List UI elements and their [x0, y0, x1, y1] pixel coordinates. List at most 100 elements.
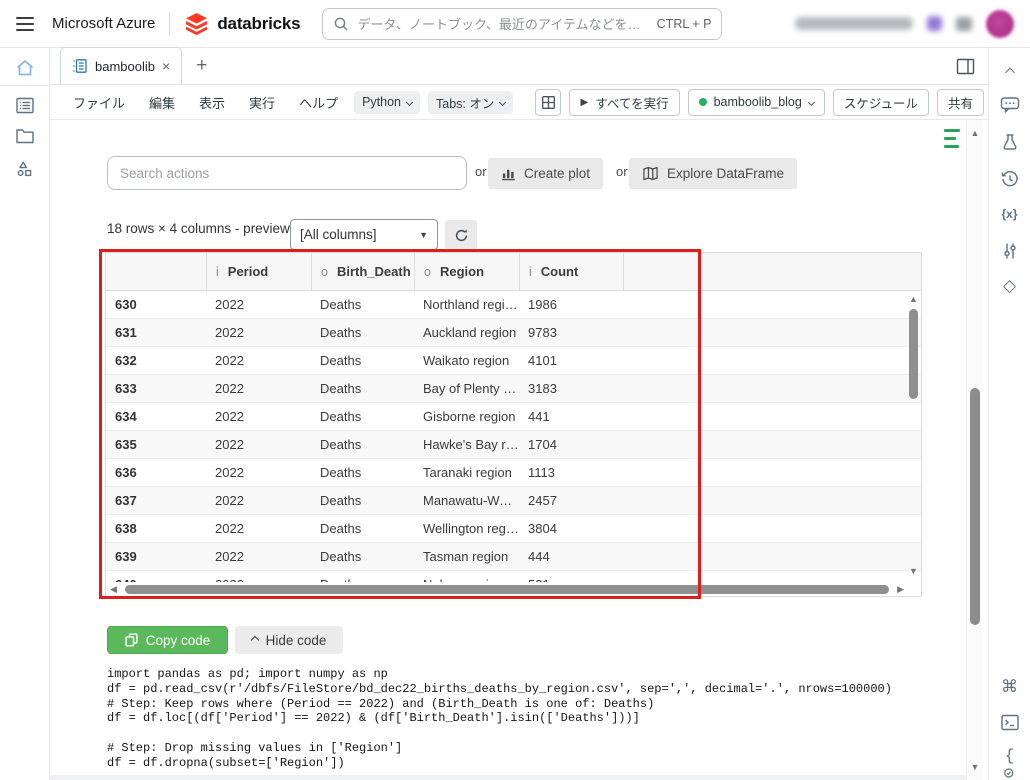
menu-view[interactable]: 表示	[191, 93, 233, 112]
assistant-sparkle-icon[interactable]: ◇	[1003, 277, 1016, 294]
page-scroll-thumb[interactable]	[970, 388, 980, 625]
column-filter-select[interactable]: [All columns] ▼	[290, 219, 438, 250]
widget-menu-icon[interactable]	[944, 129, 962, 153]
experiments-flask-icon[interactable]	[1001, 133, 1019, 151]
cell-period: 2022	[206, 381, 311, 396]
top-bar: Microsoft Azure databricks データ、ノートブック、最近…	[0, 0, 1030, 48]
chevron-down-icon	[808, 98, 815, 105]
menu-file[interactable]: ファイル	[65, 93, 133, 112]
table-row: 630 2022 Deaths Northland region 1986	[106, 291, 921, 319]
cell-count: 1113	[519, 465, 623, 480]
run-all-button[interactable]: ▶ すべてを実行	[569, 89, 679, 116]
hide-code-button[interactable]: Hide code	[235, 626, 343, 654]
cluster-selector[interactable]: bamboolib_blog	[688, 89, 825, 116]
tab-close-icon[interactable]: ×	[162, 58, 170, 74]
language-label: Python	[362, 95, 401, 109]
code-line: df = df.dropna(subset=['Region'])	[107, 756, 959, 771]
workspace-list-icon[interactable]	[15, 97, 34, 114]
table-body: 630 2022 Deaths Northland region 1986 63…	[106, 291, 921, 582]
cell-region: Taranaki region	[414, 465, 519, 480]
cell-region: Waikato region	[414, 353, 519, 368]
format-code-check-icon[interactable]: {	[999, 748, 1020, 780]
cell-birth-death: Deaths	[311, 409, 414, 424]
cell-region: Auckland region	[414, 325, 519, 340]
column-filter-value: [All columns]	[300, 227, 377, 242]
scroll-up-icon[interactable]: ▲	[906, 294, 921, 304]
row-index: 632	[106, 353, 206, 368]
cell-count: 4101	[519, 353, 623, 368]
tab-bar: bamboolib × +	[50, 48, 988, 85]
table-horizontal-scrollbar[interactable]: ◀ ▶	[106, 582, 908, 597]
hide-code-label: Hide code	[266, 633, 327, 648]
copy-code-button[interactable]: Copy code	[107, 626, 228, 654]
cell-birth-death: Deaths	[311, 465, 414, 480]
table-row: 632 2022 Deaths Waikato region 4101	[106, 347, 921, 375]
share-label: 共有	[948, 93, 973, 112]
keyboard-shortcuts-icon[interactable]: ⌘	[1001, 678, 1018, 695]
cell-birth-death: Deaths	[311, 437, 414, 452]
scroll-right-icon[interactable]: ▶	[897, 584, 904, 595]
comments-icon[interactable]	[1000, 96, 1020, 114]
table-vertical-scrollbar[interactable]: ▲ ▼	[906, 291, 921, 582]
share-button[interactable]: 共有	[937, 89, 984, 116]
cell-count: 1986	[519, 297, 623, 312]
menu-edit[interactable]: 編集	[141, 93, 183, 112]
cell-region: Tasman region	[414, 549, 519, 564]
terminal-icon[interactable]	[1000, 714, 1019, 731]
tab-bamboolib[interactable]: bamboolib ×	[60, 47, 182, 84]
cell-period: 2022	[206, 437, 311, 452]
dashboard-grid-button[interactable]	[535, 89, 561, 116]
header-count: i Count	[519, 253, 623, 290]
menu-run[interactable]: 実行	[241, 93, 283, 112]
search-actions-input[interactable]	[107, 156, 467, 190]
tabs-toggle[interactable]: Tabs: オン	[428, 91, 513, 114]
code-line: import pandas as pd; import numpy as np	[107, 667, 959, 682]
folder-icon[interactable]	[15, 128, 34, 144]
notebook-toolbar: ファイル 編集 表示 実行 ヘルプ Python Tabs: オン ▶ すべてを…	[50, 85, 988, 120]
schedule-button[interactable]: スケジュール	[833, 89, 929, 116]
scroll-down-icon[interactable]: ▼	[967, 762, 983, 772]
collapse-panel-icon[interactable]	[1006, 64, 1013, 80]
shapes-icon[interactable]	[16, 160, 34, 178]
refresh-button[interactable]	[445, 220, 477, 250]
scroll-up-icon[interactable]: ▲	[967, 128, 983, 138]
notification-icon-redacted[interactable]	[927, 16, 942, 31]
horizontal-scroll-thumb[interactable]	[125, 585, 889, 594]
notebook-scrollbar[interactable]: ▲ ▼	[966, 120, 982, 780]
search-placeholder: データ、ノートブック、最近のアイテムなどを検...	[357, 14, 648, 33]
code-line: # Step: Keep rows where (Period == 2022)…	[107, 697, 959, 712]
dataframe-preview-table: i Period o Birth_Death o Region i Count	[105, 252, 922, 597]
search-icon	[333, 16, 349, 32]
new-tab-button[interactable]: +	[196, 55, 207, 77]
settings-sliders-icon[interactable]	[1002, 242, 1018, 260]
user-avatar[interactable]	[986, 10, 1014, 38]
settings-icon-redacted[interactable]	[956, 17, 972, 31]
run-all-label: すべてを実行	[595, 93, 668, 112]
global-search-input[interactable]: データ、ノートブック、最近のアイテムなどを検... CTRL + P	[322, 8, 722, 40]
revision-history-icon[interactable]	[1000, 170, 1019, 188]
hamburger-menu-icon[interactable]	[16, 17, 34, 31]
workspace-selector-redacted[interactable]	[795, 17, 913, 30]
create-plot-button[interactable]: Create plot	[488, 158, 603, 189]
cell-period: 2022	[206, 409, 311, 424]
tabs-toggle-label: Tabs: オン	[436, 93, 494, 112]
cluster-name: bamboolib_blog	[714, 95, 802, 109]
code-line	[107, 726, 959, 741]
language-selector[interactable]: Python	[354, 91, 420, 114]
topbar-right	[795, 10, 1014, 38]
menu-help[interactable]: ヘルプ	[291, 93, 346, 112]
tab-label: bamboolib	[95, 59, 155, 74]
vertical-scroll-thumb[interactable]	[909, 309, 918, 399]
scroll-down-icon[interactable]: ▼	[906, 566, 921, 576]
scroll-left-icon[interactable]: ◀	[110, 584, 117, 595]
schedule-label: スケジュール	[844, 93, 918, 112]
explore-dataframe-button[interactable]: Explore DataFrame	[629, 158, 797, 189]
home-icon[interactable]	[15, 58, 35, 77]
table-row: 634 2022 Deaths Gisborne region 441	[106, 403, 921, 431]
toggle-panel-icon[interactable]	[956, 58, 975, 75]
code-line: # Step: Drop missing values in ['Region'…	[107, 741, 959, 756]
databricks-brand[interactable]: databricks	[184, 12, 300, 35]
variable-explorer-icon[interactable]: {x}	[1001, 208, 1017, 220]
map-icon	[642, 166, 659, 181]
cell-period: 2022	[206, 493, 311, 508]
